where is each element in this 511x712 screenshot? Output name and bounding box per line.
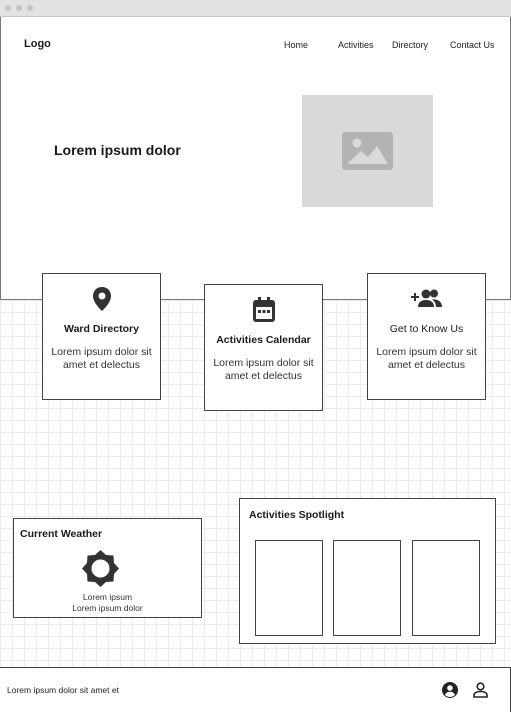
- nav-directory[interactable]: Directory: [392, 40, 428, 50]
- image-placeholder-icon: [342, 132, 393, 170]
- spotlight-card[interactable]: [412, 540, 480, 636]
- footer: Lorem ipsum dolor sit amet et: [0, 667, 511, 712]
- window-dot-icon[interactable]: [27, 5, 33, 11]
- card-ward-directory[interactable]: Ward Directory Lorem ipsum dolor sit ame…: [42, 273, 161, 400]
- footer-text: Lorem ipsum dolor sit amet et: [7, 685, 119, 695]
- window-titlebar: [0, 0, 511, 17]
- card-title: Activities Calendar: [216, 334, 311, 346]
- window-dot-icon[interactable]: [5, 5, 11, 11]
- account-circle-icon[interactable]: [442, 682, 458, 703]
- sun-icon: [82, 550, 119, 592]
- weather-line: Lorem ipsum dolor: [72, 603, 143, 613]
- card-title: Get to Know Us: [389, 323, 464, 335]
- logo[interactable]: Logo: [24, 38, 51, 50]
- person-icon[interactable]: [473, 682, 488, 703]
- window-dot-icon[interactable]: [16, 5, 22, 11]
- nav-home[interactable]: Home: [284, 40, 308, 50]
- hero-image: [302, 95, 433, 207]
- weather-panel: Current Weather Lorem ipsum Lorem ipsum …: [13, 518, 202, 618]
- card-body: Lorem ipsum dolor sit amet et delectus: [213, 357, 314, 382]
- add-group-icon: [368, 288, 485, 308]
- spotlight-title: Activities Spotlight: [249, 509, 345, 521]
- weather-line: Lorem ipsum: [82, 592, 133, 602]
- spotlight-card[interactable]: [333, 540, 401, 636]
- card-title: Ward Directory: [64, 323, 139, 335]
- weather-title: Current Weather: [20, 528, 103, 540]
- map-pin-icon: [43, 286, 160, 312]
- card-get-to-know-us[interactable]: Get to Know Us Lorem ipsum dolor sit ame…: [367, 273, 486, 400]
- spotlight-card[interactable]: [255, 540, 323, 636]
- header-panel: [0, 17, 511, 300]
- calendar-icon: [205, 297, 322, 323]
- card-body: Lorem ipsum dolor sit amet et delectus: [376, 346, 477, 371]
- nav-activities[interactable]: Activities: [338, 40, 374, 50]
- card-body: Lorem ipsum dolor sit amet et delectus: [51, 346, 152, 371]
- hero-title: Lorem ipsum dolor: [54, 142, 181, 158]
- spotlight-panel: Activities Spotlight: [239, 498, 496, 644]
- nav-contact-us[interactable]: Contact Us: [450, 40, 495, 50]
- card-activities-calendar[interactable]: Activities Calendar Lorem ipsum dolor si…: [204, 284, 323, 411]
